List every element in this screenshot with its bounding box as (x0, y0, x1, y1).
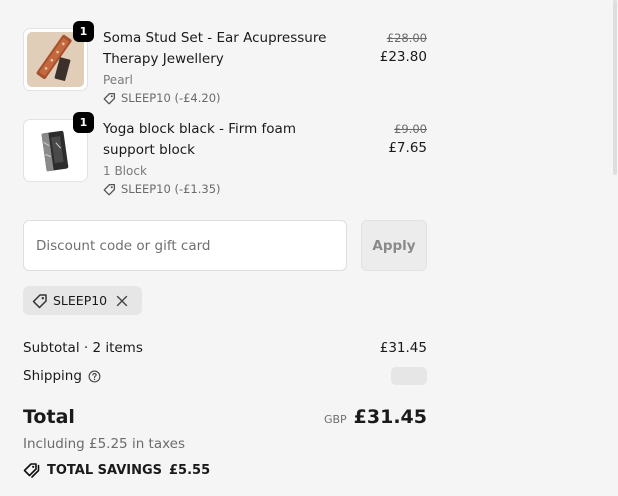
item-discount-text: SLEEP10 (-£4.20) (121, 91, 221, 105)
item-discount: SLEEP10 (-£1.35) (103, 182, 351, 197)
line-item-yoga-block: 1 Yoga block black - Firm foam support b… (23, 112, 427, 197)
item-prices: £28.00 £23.80 (380, 30, 427, 68)
quantity-badge: 1 (73, 112, 94, 133)
page-scrollbar[interactable] (610, 0, 618, 496)
tag-icon (103, 92, 116, 105)
apply-discount-button[interactable]: Apply (361, 220, 427, 271)
savings-value: £5.55 (169, 462, 211, 478)
shipping-label-wrap: Shipping (23, 368, 101, 384)
item-info: Yoga block black - Firm foam support blo… (103, 119, 351, 197)
line-item-soma-stud-set: 1 Soma Stud Set - Ear Acupressure Therap… (23, 21, 427, 106)
item-prices: £9.00 £7.65 (388, 121, 427, 159)
item-info: Soma Stud Set - Ear Acupressure Therapy … (103, 28, 351, 106)
item-discount: SLEEP10 (-£4.20) (103, 91, 351, 106)
subtotal-label: Subtotal · 2 items (23, 340, 143, 356)
tax-note: Including £5.25 in taxes (23, 436, 186, 452)
tag-icon (103, 183, 116, 196)
currency-code: GBP (323, 413, 347, 426)
remove-discount-button[interactable] (115, 294, 129, 308)
shipping-value-placeholder (391, 367, 427, 385)
shipping-row: Shipping (23, 366, 427, 386)
total-row: Total GBP £31.45 (23, 404, 427, 430)
savings-label: TOTAL SAVINGS (47, 462, 163, 478)
total-label: Total (23, 406, 75, 428)
total-value: £31.45 (353, 406, 427, 428)
discount-code-input[interactable] (23, 220, 347, 271)
applied-discount-code: SLEEP10 (53, 293, 108, 308)
close-icon[interactable] (115, 294, 129, 308)
item-price: £23.80 (379, 49, 427, 65)
item-title: Soma Stud Set - Ear Acupressure Therapy … (103, 30, 327, 67)
shipping-label: Shipping (23, 368, 82, 384)
subtotal-value: £31.45 (379, 340, 427, 356)
tag-icon (32, 293, 47, 308)
item-price: £7.65 (388, 140, 427, 156)
item-original-price: £9.00 (394, 122, 427, 136)
quantity-badge: 1 (73, 21, 94, 42)
item-original-price: £28.00 (386, 31, 427, 45)
tags-icon (23, 463, 40, 478)
total-savings: TOTAL SAVINGS £5.55 (23, 462, 210, 478)
item-discount-text: SLEEP10 (-£1.35) (121, 182, 221, 196)
total-value-wrap: GBP £31.45 (324, 406, 427, 428)
item-title: Yoga block black - Firm foam support blo… (103, 121, 296, 158)
subtotal-row: Subtotal · 2 items £31.45 (23, 338, 427, 358)
help-circle-icon[interactable] (88, 370, 101, 383)
applied-discount-chip: SLEEP10 (23, 286, 142, 315)
item-variant: Pearl (103, 73, 133, 87)
item-variant: 1 Block (103, 164, 147, 178)
scrollbar-thumb[interactable] (613, 0, 617, 175)
